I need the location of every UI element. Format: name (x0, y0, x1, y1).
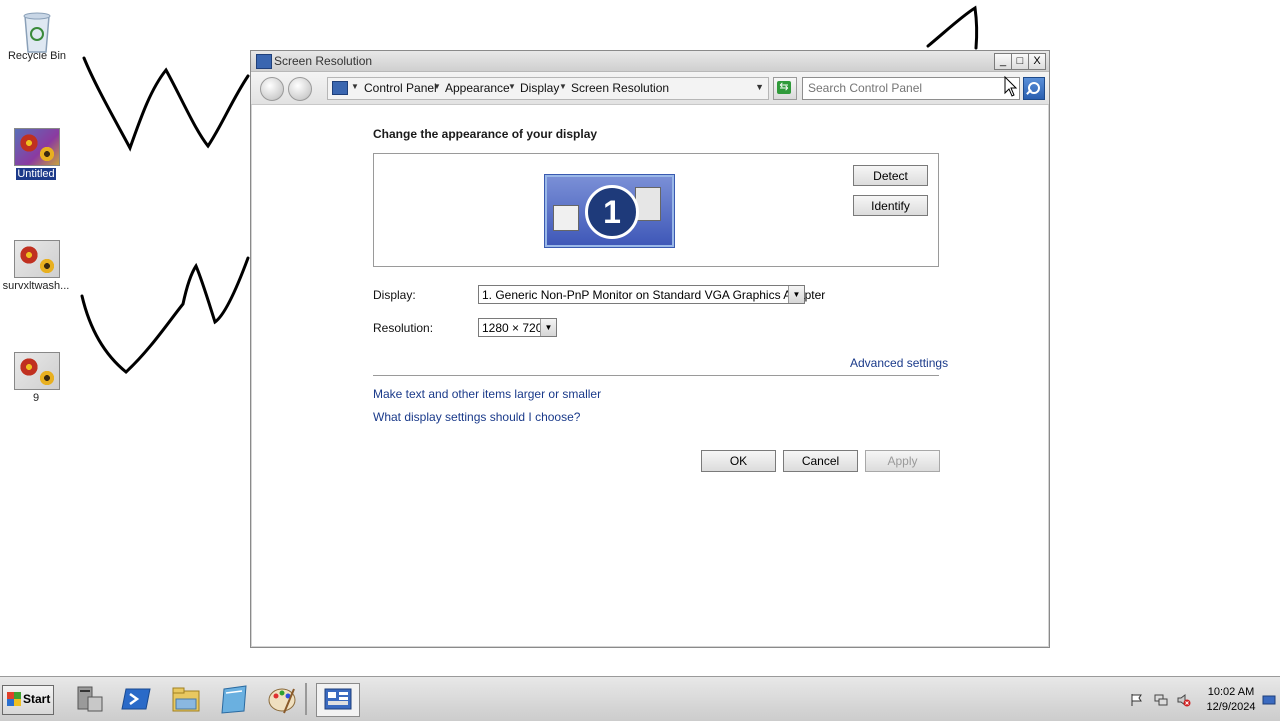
monitor-1-thumbnail[interactable]: 1 (545, 175, 674, 247)
apply-button[interactable]: Apply (865, 450, 940, 472)
back-button[interactable] (260, 77, 284, 101)
minimize-button[interactable]: _ (994, 53, 1012, 70)
mouse-cursor-icon (1004, 76, 1018, 97)
page-title: Change the appearance of your display (373, 127, 598, 141)
display-select-value: 1. Generic Non-PnP Monitor on Standard V… (482, 288, 826, 302)
network-icon[interactable] (1154, 693, 1168, 707)
powershell-icon[interactable] (120, 683, 152, 715)
resolution-select[interactable]: 1280 × 720 ▼ (478, 318, 557, 337)
control-panel-icon (332, 81, 348, 95)
paint-icon[interactable] (266, 683, 298, 715)
refresh-button[interactable]: ⇆ (773, 77, 797, 100)
server-manager-icon[interactable] (72, 683, 104, 715)
notepad-icon[interactable] (218, 683, 250, 715)
display-label: Display: (373, 288, 416, 302)
breadcrumb-screen-resolution[interactable]: Screen Resolution (571, 81, 669, 95)
window-titlebar[interactable]: Screen Resolution _ □ X (251, 51, 1049, 72)
chevron-down-icon: ▼ (788, 286, 804, 303)
show-desktop-icon[interactable] (1262, 693, 1276, 707)
navigation-bar: ▼ Control Panel ▼ Appearance ▼ Display ▼… (251, 72, 1049, 105)
search-box[interactable] (802, 77, 1020, 100)
text-size-link[interactable]: Make text and other items larger or smal… (373, 387, 601, 401)
chevron-down-icon: ▼ (540, 319, 556, 336)
breadcrumb-display[interactable]: Display (520, 81, 559, 95)
taskbar-separator (305, 683, 307, 715)
desktop-icon-9[interactable]: 9 (0, 352, 72, 407)
control-panel-icon[interactable] (316, 683, 360, 717)
breadcrumb-control-panel[interactable]: Control Panel (364, 81, 437, 95)
start-label: Start (23, 692, 51, 706)
document-icon (635, 187, 661, 221)
close-button[interactable]: X (1028, 53, 1046, 70)
file-explorer-icon[interactable] (170, 683, 202, 715)
forward-button[interactable] (288, 77, 312, 101)
system-clock[interactable]: 10:02 AM 12/9/2024 (1196, 685, 1266, 715)
display-help-link[interactable]: What display settings should I choose? (373, 410, 580, 424)
recycle-bin-icon (15, 8, 59, 53)
chevron-down-icon[interactable]: ▼ (433, 82, 441, 91)
image-file-icon (14, 352, 60, 390)
document-icon (553, 205, 579, 231)
maximize-button[interactable]: □ (1011, 53, 1029, 70)
image-file-icon (14, 128, 60, 166)
desktop-icon-untitled[interactable]: Untitled (0, 128, 72, 183)
resolution-label: Resolution: (373, 321, 434, 335)
search-input[interactable] (808, 80, 1008, 96)
desktop-icon-survxltwash[interactable]: survxltwash... (0, 240, 72, 295)
window-title: Screen Resolution (274, 54, 373, 68)
desktop-icon-label: 9 (32, 392, 40, 404)
display-settings-icon (256, 54, 272, 69)
clock-date: 12/9/2024 (1206, 701, 1256, 713)
address-history-dropdown[interactable]: ▼ (755, 82, 764, 92)
start-button[interactable]: Start (2, 685, 54, 715)
address-bar[interactable]: ▼ Control Panel ▼ Appearance ▼ Display ▼… (327, 77, 769, 100)
identify-button[interactable]: Identify (853, 195, 928, 216)
image-file-icon (14, 240, 60, 278)
divider (373, 375, 939, 376)
desktop-icon-label: survxltwash... (2, 280, 70, 292)
desktop-icon-label: Untitled (16, 168, 56, 180)
display-select[interactable]: 1. Generic Non-PnP Monitor on Standard V… (478, 285, 825, 304)
cancel-button[interactable]: Cancel (783, 450, 858, 472)
resolution-select-value: 1280 × 720 (482, 321, 543, 335)
ok-button[interactable]: OK (701, 450, 776, 472)
screen-resolution-window: Screen Resolution _ □ X ▼ Control Panel … (250, 50, 1050, 648)
taskbar: Start 10:02 AM 12/9/2024 (0, 676, 1280, 721)
monitor-preview-panel: 1 Detect Identify (373, 153, 939, 267)
desktop-icon-recycle-bin[interactable]: Recycle Bin (1, 8, 73, 65)
search-button[interactable] (1023, 77, 1045, 100)
monitor-number-badge: 1 (585, 185, 639, 239)
chevron-down-icon[interactable]: ▼ (508, 82, 516, 91)
action-center-flag-icon[interactable] (1130, 693, 1144, 707)
clock-time: 10:02 AM (1207, 686, 1255, 698)
refresh-icon: ⇆ (777, 81, 791, 94)
breadcrumb-appearance[interactable]: Appearance (445, 81, 510, 95)
windows-logo-icon (7, 692, 21, 706)
chevron-down-icon[interactable]: ▼ (559, 82, 567, 91)
chevron-down-icon[interactable]: ▼ (351, 82, 359, 91)
detect-button[interactable]: Detect (853, 165, 928, 186)
volume-muted-icon[interactable] (1177, 693, 1191, 707)
advanced-settings-link[interactable]: Advanced settings (850, 356, 948, 370)
main-content: Change the appearance of your display 1 … (251, 105, 1049, 645)
